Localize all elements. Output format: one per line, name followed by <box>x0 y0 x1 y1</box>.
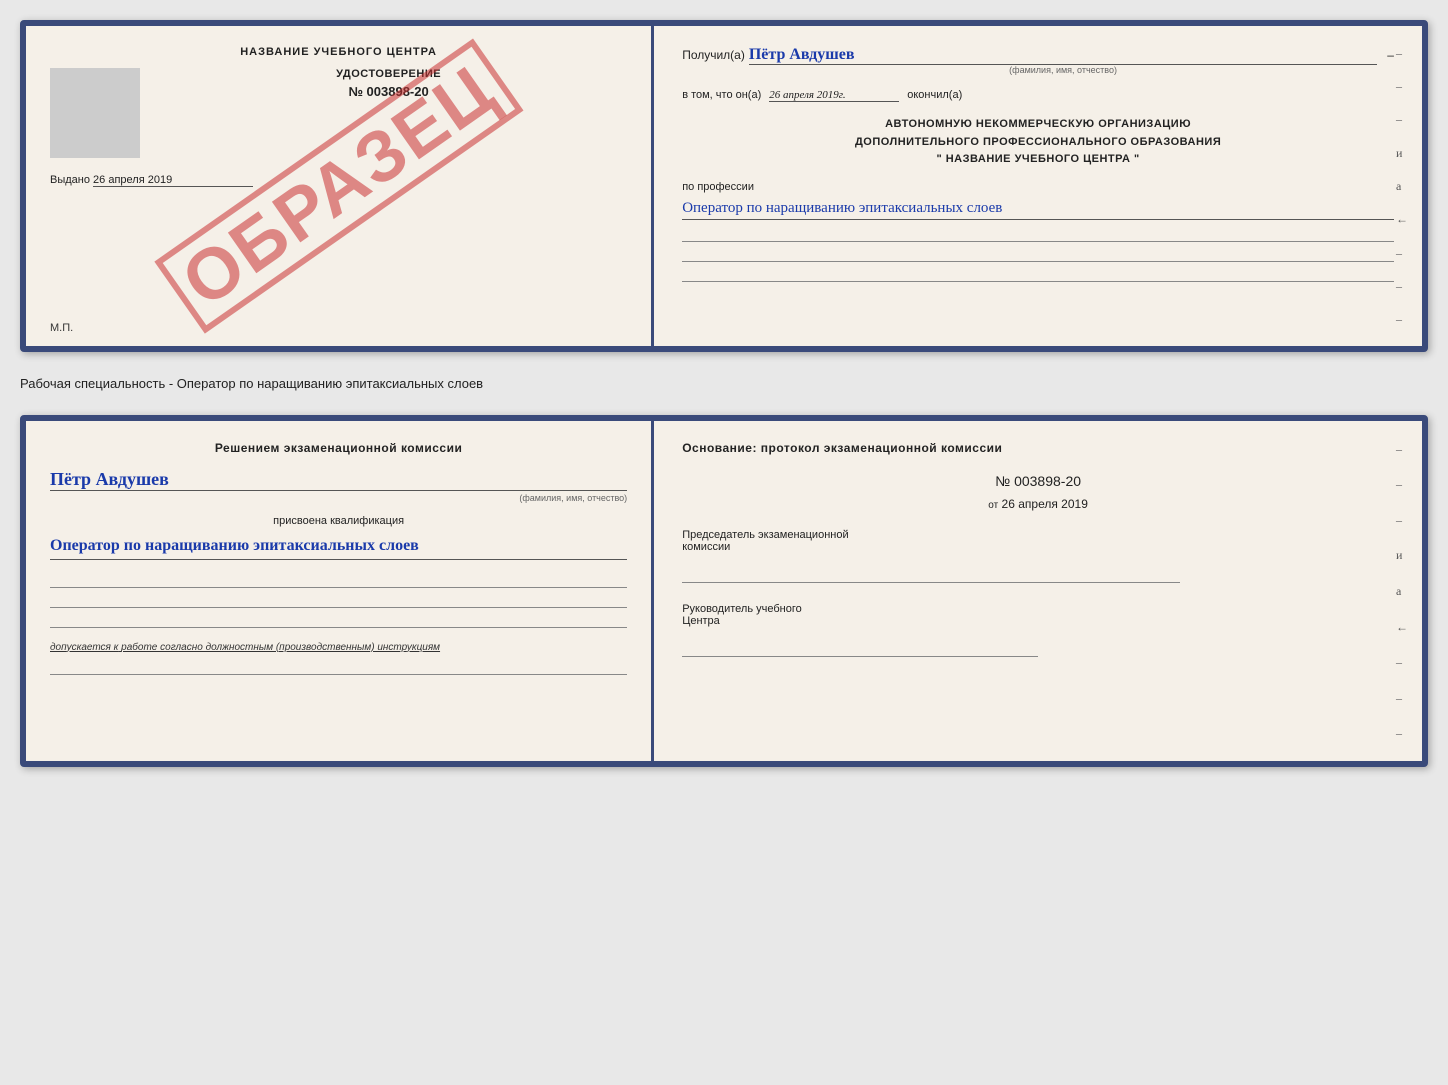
cert1-recipient-sub: (фамилия, имя, отчество) <box>749 65 1377 75</box>
cert2-predsedatel-line <box>682 561 1180 583</box>
cert1-org-block: АВТОНОМНУЮ НЕКОММЕРЧЕСКУЮ ОРГАНИЗАЦИЮ ДО… <box>682 116 1394 169</box>
certificate-card-1: НАЗВАНИЕ УЧЕБНОГО ЦЕНТРА УДОСТОВЕРЕНИЕ №… <box>20 20 1428 352</box>
middle-label: Рабочая специальность - Оператор по нара… <box>20 368 1428 399</box>
cert2-rukovoditel: Руководитель учебного Центра <box>682 603 1394 657</box>
cert1-recipient-row: Получил(а) Пётр Авдушев (фамилия, имя, о… <box>682 46 1394 75</box>
cert1-org-title: НАЗВАНИЕ УЧЕБНОГО ЦЕНТРА <box>50 46 627 58</box>
cert2-last-line <box>50 657 627 675</box>
cert1-issued-prefix: Выдано <box>50 174 90 186</box>
blank-line-1 <box>682 224 1394 242</box>
cert1-profession-block: по профессии Оператор по наращиванию эпи… <box>682 181 1394 221</box>
cert2-prot-date: от 26 апреля 2019 <box>682 497 1394 511</box>
page-wrapper: НАЗВАНИЕ УЧЕБНОГО ЦЕНТРА УДОСТОВЕРЕНИЕ №… <box>20 20 1428 767</box>
cert1-profession-label: по профессии <box>682 181 1394 193</box>
cert2-predsedatel: Председатель экзаменационной комиссии <box>682 529 1394 583</box>
cert2-ruk-label1: Руководитель учебного <box>682 603 1394 615</box>
cert1-org-line2: ДОПОЛНИТЕЛЬНОГО ПРОФЕССИОНАЛЬНОГО ОБРАЗО… <box>682 134 1394 152</box>
cert1-right-dashes: – – – и а ← – – – <box>1396 26 1408 346</box>
cert1-org-line3: " НАЗВАНИЕ УЧЕБНОГО ЦЕНТРА " <box>682 151 1394 169</box>
cert1-label-block: УДОСТОВЕРЕНИЕ № 003898-20 <box>150 68 627 99</box>
cert2-blank-lines <box>50 570 627 628</box>
blank-line-3 <box>682 264 1394 282</box>
blank-line-2 <box>682 244 1394 262</box>
cert2-ot-prefix: от <box>988 500 998 511</box>
cert2-prot-number: № 003898-20 <box>682 473 1394 489</box>
cert2-name-sub: (фамилия, имя, отчество) <box>50 493 627 503</box>
cert2-osnov-title: Основание: протокол экзаменационной коми… <box>682 441 1394 455</box>
cert1-issued-date: 26 апреля 2019 <box>93 174 253 187</box>
cert2-prot-date-val: 26 апреля 2019 <box>1002 497 1088 511</box>
d-blank-2 <box>50 590 627 608</box>
cert1-date-row: в том, что он(а) 26 апреля 2019г. окончи… <box>682 89 1394 102</box>
cert2-decision-title: Решением экзаменационной комиссии <box>50 441 627 455</box>
cert2-allowed-text: работе согласно должностным (производств… <box>121 642 440 653</box>
cert2-predsedatel-label2: комиссии <box>682 541 1394 553</box>
cert1-right: Получил(а) Пётр Авдушев (фамилия, имя, о… <box>654 26 1422 346</box>
cert1-recipient-label: Получил(а) <box>682 48 745 62</box>
cert1-profession-value: Оператор по наращиванию эпитаксиальных с… <box>682 197 1394 221</box>
cert1-org-line1: АВТОНОМНУЮ НЕКОММЕРЧЕСКУЮ ОРГАНИЗАЦИЮ <box>682 116 1394 134</box>
cert2-ruk-line <box>682 635 1038 657</box>
cert1-number: № 003898-20 <box>150 84 627 99</box>
cert2-allowed-prefix: допускается к работе согласно должностны… <box>50 642 627 653</box>
d-blank-3 <box>50 610 627 628</box>
cert1-recipient-name: Пётр Авдушев <box>749 46 1377 65</box>
cert2-right: Основание: протокол экзаменационной коми… <box>654 421 1422 761</box>
cert2-right-dashes: – – – и а ← – – – <box>1396 421 1408 761</box>
cert2-left: Решением экзаменационной комиссии Пётр А… <box>26 421 654 761</box>
cert2-qualification: Оператор по наращиванию эпитаксиальных с… <box>50 533 627 560</box>
cert1-date-prefix: в том, что он(а) <box>682 89 761 101</box>
cert1-mp: М.П. <box>50 322 73 334</box>
cert1-date-value: 26 апреля 2019г. <box>769 89 899 102</box>
cert1-label: УДОСТОВЕРЕНИЕ <box>150 68 627 80</box>
cert2-ruk-label2: Центра <box>682 615 1394 627</box>
d-blank-1 <box>50 570 627 588</box>
stamp-placeholder <box>50 68 140 158</box>
cert2-predsedatel-label1: Председатель экзаменационной <box>682 529 1394 541</box>
cert2-assigned: присвоена квалификация <box>50 515 627 527</box>
cert2-name: Пётр Авдушев <box>50 469 627 491</box>
certificate-card-2: Решением экзаменационной комиссии Пётр А… <box>20 415 1428 767</box>
cert1-stamp-area: УДОСТОВЕРЕНИЕ № 003898-20 <box>50 68 627 158</box>
cert1-left: НАЗВАНИЕ УЧЕБНОГО ЦЕНТРА УДОСТОВЕРЕНИЕ №… <box>26 26 654 346</box>
cert1-issued: Выдано 26 апреля 2019 <box>50 174 627 187</box>
cert1-okoncil: окончил(а) <box>907 89 962 101</box>
cert1-blank-lines <box>682 224 1394 282</box>
